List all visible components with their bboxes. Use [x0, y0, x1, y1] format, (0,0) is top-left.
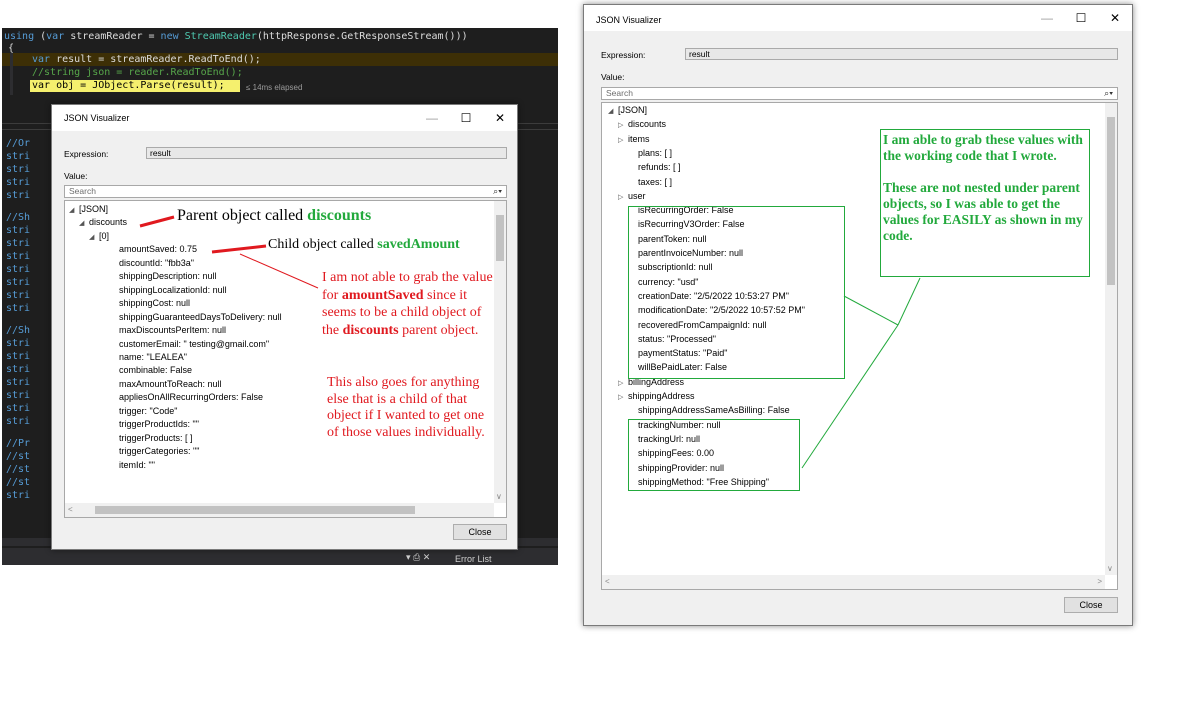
parent-arrow: [139, 215, 175, 228]
red-note-1: I am not able to grab the value for amou…: [322, 270, 493, 338]
green-note-p1: I am able to grab these values with the …: [883, 132, 1083, 163]
child-arrow: [211, 244, 267, 254]
child-annotation: Child object called savedAmount: [268, 237, 460, 252]
parent-annotation: Parent object called discounts: [177, 207, 372, 224]
green-highlight-box: [628, 206, 845, 379]
green-highlight-box: [628, 419, 800, 491]
red-note-2: This also goes for anything else that is…: [327, 375, 485, 440]
red-pointer-line: [239, 253, 319, 289]
green-note-p2: These are not nested under parent object…: [883, 180, 1083, 243]
annotation-arrows: [139, 215, 921, 469]
green-pointer-line: [843, 295, 899, 326]
green-note: I am able to grab these values with the …: [880, 129, 1090, 277]
green-pointer-line: [897, 277, 921, 326]
